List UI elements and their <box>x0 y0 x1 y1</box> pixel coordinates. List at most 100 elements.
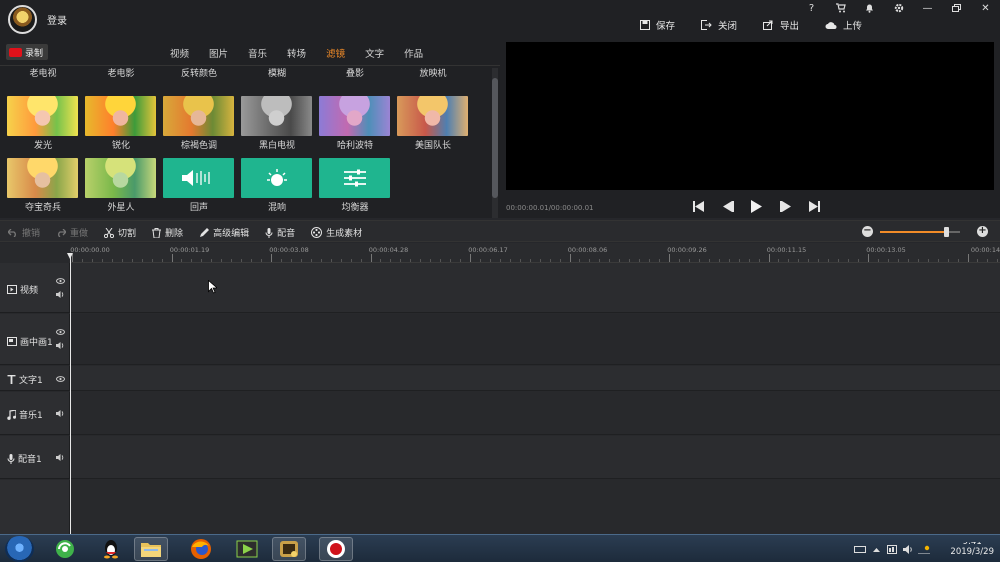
transport-controls <box>684 197 829 215</box>
track-lane-pip[interactable] <box>71 314 1000 365</box>
start-button[interactable] <box>5 536 34 562</box>
zoom-out-button[interactable]: − <box>862 226 873 237</box>
close-project-button[interactable]: 关闭 <box>701 18 737 32</box>
filter-item[interactable]: 反转颜色 <box>163 67 235 79</box>
filter-item[interactable]: 棕褐色调 <box>163 96 235 151</box>
filter-item[interactable]: 回声 <box>163 158 235 213</box>
taskbar-app-recorder[interactable] <box>319 537 353 561</box>
skip-to-end-button[interactable] <box>800 197 829 215</box>
app-logo-icon[interactable] <box>8 5 37 34</box>
ruler-minor-tick <box>788 259 790 262</box>
help-icon[interactable]: ? <box>797 0 826 16</box>
shop-icon[interactable] <box>826 0 855 16</box>
speaker-icon[interactable] <box>56 410 66 418</box>
taskbar-clock[interactable]: 9:41 2019/3/29 <box>950 542 994 558</box>
media-player-icon <box>236 540 258 558</box>
ruler-minor-tick <box>111 259 113 262</box>
filter-item[interactable]: 老电影 <box>85 67 157 79</box>
network-icon[interactable] <box>916 544 932 554</box>
filter-item[interactable]: 美国队长 <box>397 96 469 151</box>
action-center-icon[interactable] <box>884 544 900 554</box>
speaker-icon[interactable] <box>56 342 66 350</box>
taskbar-app-firefox[interactable] <box>184 537 218 561</box>
keyboard-icon[interactable] <box>852 544 868 554</box>
maximize-icon[interactable] <box>942 0 971 16</box>
tab-images[interactable]: 图片 <box>209 46 228 60</box>
notification-icon[interactable] <box>855 0 884 16</box>
scrollbar-thumb[interactable] <box>492 78 498 198</box>
playhead[interactable] <box>67 253 73 534</box>
upload-button[interactable]: 上传 <box>825 18 862 32</box>
show-hidden-icons-icon[interactable] <box>868 544 884 554</box>
filter-item[interactable]: 黑白电视 <box>241 96 313 151</box>
skip-to-start-button[interactable] <box>684 197 713 215</box>
tab-music[interactable]: 音乐 <box>248 46 267 60</box>
ruler-minor-tick <box>619 259 621 262</box>
speaker-icon[interactable] <box>56 454 66 462</box>
close-icon[interactable]: ✕ <box>971 0 1000 16</box>
filter-item[interactable]: 放映机 <box>397 67 469 79</box>
export-button[interactable]: 导出 <box>763 18 799 32</box>
minimize-icon[interactable]: — <box>913 0 942 16</box>
track-lane-text[interactable] <box>71 366 1000 391</box>
generate-material-button[interactable]: 生成素材 <box>311 226 362 239</box>
filter-item[interactable]: 锐化 <box>85 96 157 151</box>
eye-icon[interactable] <box>56 328 66 336</box>
tab-transitions[interactable]: 转场 <box>287 46 306 60</box>
split-button[interactable]: 切割 <box>104 226 136 239</box>
filter-item[interactable]: 均衡器 <box>319 158 391 213</box>
ruler-minor-tick <box>231 259 233 262</box>
top-actions: 保存 关闭 导出 上传 <box>640 18 888 32</box>
speaker-icon[interactable] <box>56 291 66 299</box>
video-editor-app-icon <box>280 541 298 557</box>
ruler-major-tick <box>271 254 272 262</box>
taskbar-app-player[interactable] <box>230 537 264 561</box>
filter-item[interactable]: 夺宝奇兵 <box>7 158 79 213</box>
library-scrollbar[interactable] <box>492 68 498 218</box>
login-link[interactable]: 登录 <box>47 12 67 27</box>
track-lane-voice[interactable] <box>71 436 1000 479</box>
track-lane-music[interactable] <box>71 392 1000 435</box>
delete-button[interactable]: 删除 <box>152 226 183 239</box>
taskbar-app-360-browser[interactable] <box>48 537 82 561</box>
taskbar-app-video-editor[interactable] <box>272 537 306 561</box>
eye-icon[interactable] <box>56 375 66 383</box>
previous-frame-button[interactable] <box>713 197 742 215</box>
time-ruler[interactable]: 00:00:00.00 00:00:01.19 00:00:03.08 00:00:0… <box>70 243 1000 263</box>
ruler-minor-tick <box>211 259 213 262</box>
playhead-handle[interactable] <box>67 253 73 259</box>
play-button[interactable] <box>742 197 771 215</box>
zoom-in-button[interactable]: + <box>977 226 988 237</box>
settings-icon[interactable] <box>884 0 913 16</box>
filter-item[interactable]: 老电视 <box>7 67 79 79</box>
filter-item[interactable]: 哈利波特 <box>319 96 391 151</box>
eye-icon[interactable] <box>56 277 66 285</box>
tab-filters[interactable]: 滤镜 <box>326 46 345 60</box>
tab-works[interactable]: 作品 <box>404 46 423 60</box>
filter-item[interactable]: 模糊 <box>241 67 313 79</box>
ruler-minor-tick <box>450 259 452 262</box>
zoom-slider[interactable] <box>880 227 960 237</box>
ruler-time-label: 00:00:06.17 <box>468 246 508 254</box>
tab-text[interactable]: 文字 <box>365 46 384 60</box>
dub-button[interactable]: 配音 <box>265 226 295 239</box>
save-button[interactable]: 保存 <box>640 18 675 32</box>
record-button[interactable]: 录制 <box>6 44 48 60</box>
preview-screen[interactable] <box>506 42 994 190</box>
undo-button[interactable]: 撤销 <box>8 226 40 239</box>
zoom-slider-handle[interactable] <box>943 227 949 237</box>
zoom-slider-fill <box>880 231 946 233</box>
filter-label: 回声 <box>189 203 208 213</box>
volume-icon[interactable] <box>900 544 916 554</box>
ruler-major-tick <box>669 254 670 262</box>
taskbar-app-explorer[interactable] <box>134 537 168 561</box>
filter-item[interactable]: 外星人 <box>85 158 157 213</box>
filter-item[interactable]: 混响 <box>241 158 313 213</box>
tab-video[interactable]: 视频 <box>170 46 189 60</box>
redo-button[interactable]: 重做 <box>56 226 88 239</box>
taskbar-app-qq[interactable] <box>94 537 128 561</box>
filter-item[interactable]: 发光 <box>7 96 79 151</box>
filter-item[interactable]: 叠影 <box>319 67 391 79</box>
advanced-edit-button[interactable]: 高级编辑 <box>199 226 249 239</box>
next-frame-button[interactable] <box>771 197 800 215</box>
